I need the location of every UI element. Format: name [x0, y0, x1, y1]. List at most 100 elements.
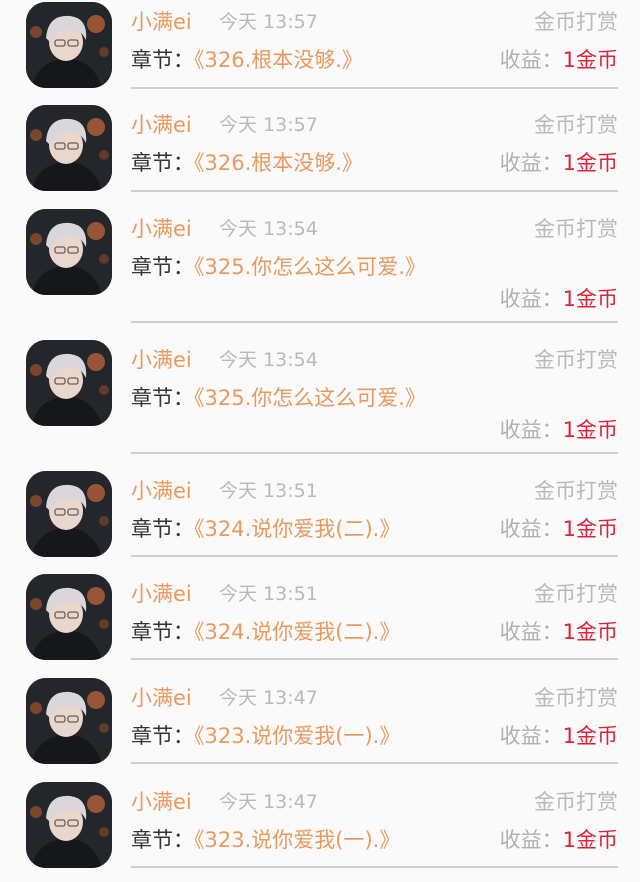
chapter-title-link[interactable]: 《324.说你爱我(二).》: [194, 517, 400, 541]
item-content: 小满ei 今天 13:54 金币打赏 章节：《325.你怎么这么可爱.》 收益：…: [131, 207, 618, 323]
income-line: 收益：1金币: [500, 720, 618, 752]
list-item[interactable]: 小满ei 今天 13:54 金币打赏 章节：《325.你怎么这么可爱.》 收益：…: [0, 338, 640, 454]
avatar-image: [26, 209, 112, 295]
list-item[interactable]: 小满ei 今天 13:47 金币打赏 章节：《323.说你爱我(一).》 收益：…: [0, 780, 640, 868]
chapter-line: 章节：《324.说你爱我(二).》: [131, 513, 461, 545]
avatar-image: [26, 340, 112, 426]
username[interactable]: 小满ei: [131, 344, 192, 376]
item-content: 小满ei 今天 13:51 金币打赏 章节：《324.说你爱我(二).》 收益：…: [131, 572, 618, 660]
chapter-label: 章节：: [131, 386, 194, 410]
item-header: 小满ei 今天 13:57 金币打赏: [131, 109, 618, 141]
chapter-line: 章节：《326.根本没够.》: [131, 147, 461, 179]
chapter-label: 章节：: [131, 620, 194, 644]
divider: [131, 452, 618, 454]
item-content: 小满ei 今天 13:57 金币打赏 章节：《326.根本没够.》 收益：1金币: [131, 0, 618, 89]
income-label: 收益：: [499, 517, 563, 541]
income-value: 1金币: [562, 287, 618, 311]
list-item[interactable]: 小满ei 今天 13:54 金币打赏 章节：《325.你怎么这么可爱.》 收益：…: [0, 207, 640, 323]
username[interactable]: 小满ei: [131, 213, 192, 245]
avatar-image: [26, 471, 112, 557]
avatar[interactable]: [26, 2, 112, 88]
chapter-title-link[interactable]: 《326.根本没够.》: [194, 48, 363, 72]
item-header: 小满ei 今天 13:54 金币打赏: [131, 344, 618, 376]
item-header: 小满ei 今天 13:51 金币打赏: [131, 578, 618, 610]
avatar[interactable]: [26, 340, 112, 426]
item-header: 小满ei 今天 13:47 金币打赏: [131, 682, 618, 714]
username[interactable]: 小满ei: [131, 786, 192, 818]
list-item[interactable]: 小满ei 今天 13:47 金币打赏 章节：《323.说你爱我(一).》 收益：…: [0, 676, 640, 764]
avatar-image: [26, 105, 112, 191]
avatar-image: [26, 782, 112, 868]
income-line: 收益：1金币: [500, 283, 618, 315]
username[interactable]: 小满ei: [131, 682, 192, 714]
chapter-line: 章节：《325.你怎么这么可爱.》: [131, 382, 441, 414]
reward-list: 小满ei 今天 13:57 金币打赏 章节：《326.根本没够.》 收益：1金币: [0, 0, 640, 882]
chapter-line: 章节：《325.你怎么这么可爱.》: [131, 251, 441, 283]
divider: [131, 190, 618, 192]
reward-type: 金币打赏: [534, 113, 618, 137]
chapter-title-link[interactable]: 《325.你怎么这么可爱.》: [194, 255, 426, 279]
avatar[interactable]: [26, 471, 112, 557]
avatar[interactable]: [26, 209, 112, 295]
divider: [131, 866, 618, 868]
reward-type: 金币打赏: [534, 790, 618, 814]
income-value: 1金币: [562, 418, 618, 442]
timestamp: 今天 13:51: [219, 583, 318, 605]
list-item[interactable]: 小满ei 今天 13:51 金币打赏 章节：《324.说你爱我(二).》 收益：…: [0, 572, 640, 660]
item-header: 小满ei 今天 13:47 金币打赏: [131, 786, 618, 818]
income-value: 1金币: [562, 724, 618, 748]
item-header: 小满ei 今天 13:51 金币打赏: [131, 475, 618, 507]
username[interactable]: 小满ei: [131, 109, 192, 141]
item-content: 小满ei 今天 13:51 金币打赏 章节：《324.说你爱我(二).》 收益：…: [131, 469, 618, 557]
chapter-label: 章节：: [131, 48, 194, 72]
income-value: 1金币: [562, 620, 618, 644]
timestamp: 今天 13:57: [219, 114, 318, 136]
list-item[interactable]: 小满ei 今天 13:57 金币打赏 章节：《326.根本没够.》 收益：1金币: [0, 0, 640, 89]
income-value: 1金币: [562, 828, 618, 852]
income-label: 收益：: [499, 724, 563, 748]
chapter-line: 章节：《326.根本没够.》: [131, 44, 461, 76]
username[interactable]: 小满ei: [131, 578, 192, 610]
username[interactable]: 小满ei: [131, 6, 192, 38]
divider: [131, 762, 618, 764]
avatar-image: [26, 574, 112, 660]
reward-type: 金币打赏: [534, 348, 618, 372]
income-label: 收益：: [499, 620, 563, 644]
reward-type: 金币打赏: [534, 217, 618, 241]
list-item[interactable]: 小满ei 今天 13:51 金币打赏 章节：《324.说你爱我(二).》 收益：…: [0, 469, 640, 557]
list-item[interactable]: 小满ei 今天 13:57 金币打赏 章节：《326.根本没够.》 收益：1金币: [0, 103, 640, 192]
divider: [131, 87, 618, 89]
avatar[interactable]: [26, 678, 112, 764]
username[interactable]: 小满ei: [131, 475, 192, 507]
income-value: 1金币: [562, 517, 618, 541]
item-content: 小满ei 今天 13:57 金币打赏 章节：《326.根本没够.》 收益：1金币: [131, 103, 618, 192]
income-label: 收益：: [499, 418, 563, 442]
reward-type: 金币打赏: [534, 582, 618, 606]
chapter-title-link[interactable]: 《324.说你爱我(二).》: [194, 620, 400, 644]
timestamp: 今天 13:47: [219, 687, 318, 709]
income-line: 收益：1金币: [500, 44, 618, 76]
timestamp: 今天 13:57: [219, 11, 318, 33]
income-value: 1金币: [562, 48, 618, 72]
divider: [131, 658, 618, 660]
reward-type: 金币打赏: [534, 479, 618, 503]
avatar[interactable]: [26, 782, 112, 868]
income-line: 收益：1金币: [500, 147, 618, 179]
income-line: 收益：1金币: [500, 414, 618, 446]
chapter-title-link[interactable]: 《323.说你爱我(一).》: [194, 724, 400, 748]
chapter-title-link[interactable]: 《326.根本没够.》: [194, 151, 363, 175]
chapter-line: 章节：《323.说你爱我(一).》: [131, 824, 461, 856]
divider: [131, 321, 618, 323]
chapter-title-link[interactable]: 《325.你怎么这么可爱.》: [194, 386, 426, 410]
timestamp: 今天 13:54: [219, 349, 318, 371]
chapter-line: 章节：《323.说你爱我(一).》: [131, 720, 461, 752]
item-content: 小满ei 今天 13:47 金币打赏 章节：《323.说你爱我(一).》 收益：…: [131, 676, 618, 764]
income-line: 收益：1金币: [500, 616, 618, 648]
chapter-title-link[interactable]: 《323.说你爱我(一).》: [194, 828, 400, 852]
income-label: 收益：: [499, 828, 563, 852]
chapter-line: 章节：《324.说你爱我(二).》: [131, 616, 461, 648]
income-value: 1金币: [562, 151, 618, 175]
item-content: 小满ei 今天 13:47 金币打赏 章节：《323.说你爱我(一).》 收益：…: [131, 780, 618, 868]
avatar[interactable]: [26, 574, 112, 660]
avatar[interactable]: [26, 105, 112, 191]
